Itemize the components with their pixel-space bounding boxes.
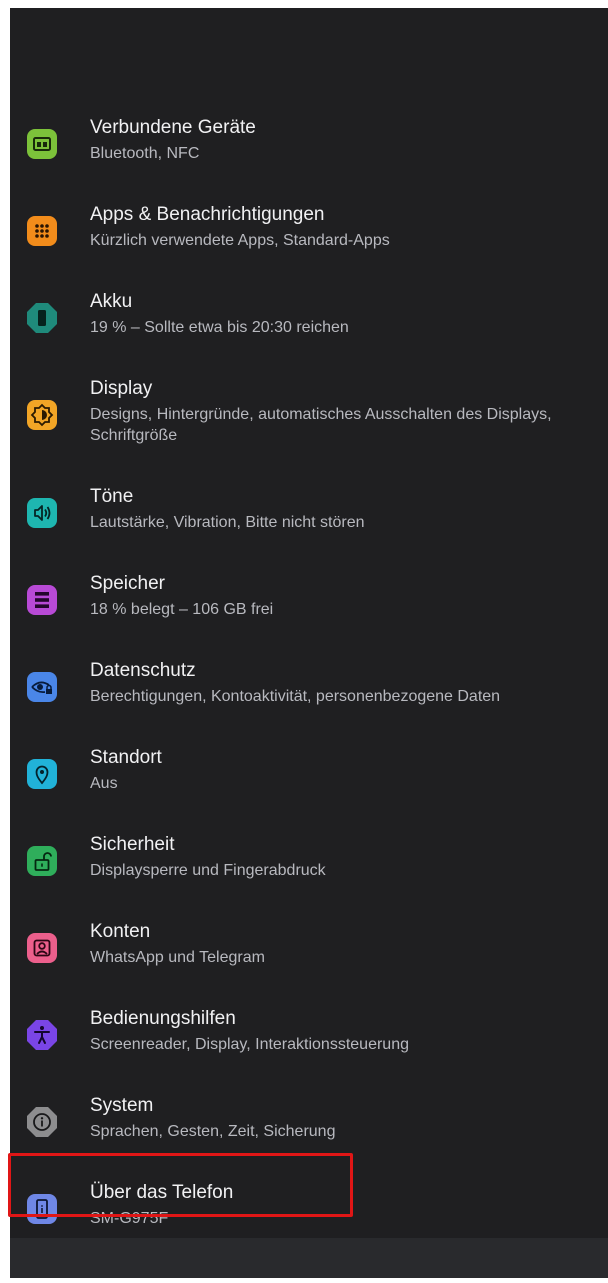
settings-item-subtitle: 19 % – Sollte etwa bis 20:30 reichen — [90, 319, 349, 336]
devices-icon — [25, 127, 59, 161]
settings-item-storage[interactable]: Speicher 18 % belegt – 106 GB frei — [10, 556, 608, 643]
settings-item-title: Akku — [90, 291, 133, 312]
settings-item-title: System — [90, 1095, 154, 1116]
location-pin-icon — [25, 757, 59, 791]
settings-item-subtitle: Lautstärke, Vibration, Bitte nicht störe… — [90, 514, 365, 531]
settings-item-subtitle: Kürzlich verwendete Apps, Standard-Apps — [90, 232, 390, 249]
account-icon — [25, 931, 59, 965]
settings-item-connected-devices[interactable]: Verbundene Geräte Bluetooth, NFC — [10, 100, 608, 187]
settings-item-subtitle: 18 % belegt – 106 GB frei — [90, 601, 274, 618]
settings-item-apps-notifications[interactable]: Apps & Benachrichtigungen Kürzlich verwe… — [10, 187, 608, 274]
settings-item-title: Standort — [90, 747, 162, 768]
settings-item-battery[interactable]: Akku 19 % – Sollte etwa bis 20:30 reiche… — [10, 274, 608, 361]
settings-item-subtitle: Sprachen, Gesten, Zeit, Sicherung — [90, 1123, 336, 1140]
info-icon — [25, 1105, 59, 1139]
apps-grid-icon — [25, 214, 59, 248]
settings-item-title: Speicher — [90, 573, 165, 594]
phone-icon — [25, 1192, 59, 1226]
settings-item-subtitle: WhatsApp und Telegram — [90, 949, 265, 966]
battery-icon — [25, 301, 59, 335]
unlock-icon — [25, 844, 59, 878]
navigation-bar — [10, 1238, 608, 1278]
settings-item-title: Töne — [90, 486, 134, 507]
brightness-icon — [25, 398, 59, 432]
settings-item-accessibility[interactable]: Bedienungshilfen Screenreader, Display, … — [10, 991, 608, 1078]
settings-item-title: Konten — [90, 921, 151, 942]
settings-item-title: Über das Telefon — [90, 1182, 234, 1203]
settings-item-accounts[interactable]: Konten WhatsApp und Telegram — [10, 904, 608, 991]
storage-icon — [25, 583, 59, 617]
settings-item-subtitle: Berechtigungen, Kontoaktivität, personen… — [90, 688, 501, 705]
settings-item-subtitle: Aus — [90, 775, 118, 792]
settings-item-location[interactable]: Standort Aus — [10, 730, 608, 817]
settings-item-title: Datenschutz — [90, 660, 196, 681]
settings-item-title: Display — [90, 378, 153, 399]
settings-item-subtitle: Displaysperre und Fingerabdruck — [90, 862, 326, 879]
settings-item-title: Bedienungshilfen — [90, 1008, 236, 1029]
settings-screen: Verbundene Geräte Bluetooth, NFC Apps & … — [10, 8, 608, 1278]
settings-item-display[interactable]: Display Designs, Hintergründe, automatis… — [10, 361, 608, 469]
volume-icon — [25, 496, 59, 530]
settings-item-system[interactable]: System Sprachen, Gesten, Zeit, Sicherung — [10, 1078, 608, 1165]
settings-item-subtitle: Bluetooth, NFC — [90, 145, 200, 162]
settings-item-privacy[interactable]: Datenschutz Berechtigungen, Kontoaktivit… — [10, 643, 608, 730]
settings-item-title: Verbundene Geräte — [90, 117, 256, 138]
settings-list: Verbundene Geräte Bluetooth, NFC Apps & … — [10, 100, 608, 1252]
settings-item-title: Sicherheit — [90, 834, 175, 855]
settings-item-title: Apps & Benachrichtigungen — [90, 204, 325, 225]
settings-item-sound[interactable]: Töne Lautstärke, Vibration, Bitte nicht … — [10, 469, 608, 556]
privacy-eye-icon — [25, 670, 59, 704]
settings-item-subtitle: Screenreader, Display, Interaktionssteue… — [90, 1036, 409, 1053]
settings-item-subtitle: Designs, Hintergründe, automatisches Aus… — [90, 406, 552, 444]
settings-item-subtitle: SM-G975F — [90, 1210, 169, 1227]
settings-item-security[interactable]: Sicherheit Displaysperre und Fingerabdru… — [10, 817, 608, 904]
accessibility-icon — [25, 1018, 59, 1052]
